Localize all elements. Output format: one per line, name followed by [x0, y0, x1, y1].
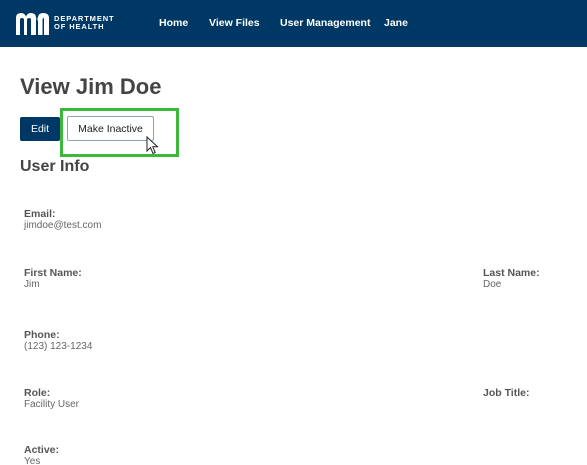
email-field: Email: jimdoe@test.com: [24, 208, 101, 232]
last-name-label: Last Name:: [483, 267, 540, 279]
job-title-field: Job Title:: [483, 387, 529, 399]
phone-field: Phone: (123) 123-1234: [24, 329, 92, 353]
first-name-label: First Name:: [24, 267, 82, 279]
mn-department-of-health-logo[interactable]: DEPARTMENT OF HEALTH: [15, 9, 115, 37]
mouse-pointer-icon: [146, 136, 159, 155]
last-name-value: Doe: [483, 279, 502, 290]
make-inactive-button[interactable]: Make Inactive: [67, 116, 154, 141]
nav-link-user-management[interactable]: User Management: [280, 17, 370, 29]
mn-logo-icon: [16, 13, 49, 35]
active-label: Active:: [24, 444, 60, 456]
logo-text-line2: OF HEALTH: [54, 22, 105, 31]
top-navbar: DEPARTMENT OF HEALTH Home View Files Use…: [0, 0, 587, 47]
page-title: View Jim Doe: [20, 74, 162, 99]
role-value: Facility User: [24, 399, 80, 410]
email-value: jimdoe@test.com: [24, 220, 102, 231]
nav-link-home[interactable]: Home: [159, 17, 188, 29]
active-value: Yes: [24, 456, 41, 465]
role-label: Role:: [24, 387, 51, 399]
edit-button[interactable]: Edit: [20, 117, 60, 141]
last-name-field: Last Name: Doe: [483, 267, 540, 291]
email-label: Email:: [24, 208, 56, 220]
active-field: Active: Yes: [24, 444, 59, 465]
role-field: Role: Facility User: [24, 387, 79, 411]
section-title-user-info: User Info: [20, 158, 90, 175]
nav-link-user-jane[interactable]: Jane: [384, 17, 408, 29]
job-title-label: Job Title:: [483, 387, 530, 399]
phone-value: (123) 123-1234: [24, 341, 93, 352]
nav-link-view-files[interactable]: View Files: [209, 17, 260, 29]
logo-text: DEPARTMENT OF HEALTH: [54, 15, 115, 31]
first-name-value: Jim: [24, 279, 40, 290]
first-name-field: First Name: Jim: [24, 267, 82, 291]
phone-label: Phone:: [24, 329, 60, 341]
